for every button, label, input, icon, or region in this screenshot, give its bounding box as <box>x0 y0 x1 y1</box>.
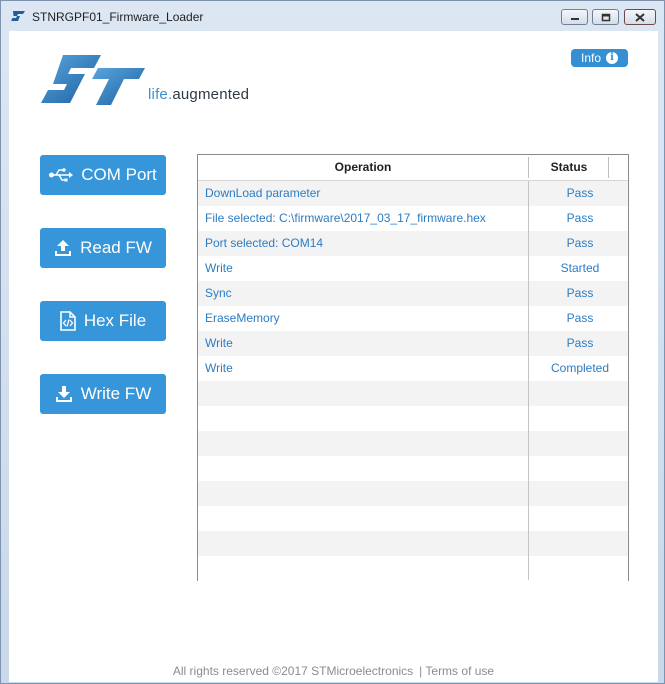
table-body: DownLoad parameter Pass File selected: C:\… <box>198 181 628 581</box>
info-icon: i <box>606 52 618 64</box>
table-row[interactable]: Write Pass <box>198 331 628 356</box>
table-row[interactable] <box>198 456 628 481</box>
status-cell: Completed <box>550 361 610 375</box>
com-port-button[interactable]: COM Port <box>40 155 166 195</box>
usb-icon <box>49 168 74 182</box>
table-row[interactable]: File selected: C:\firmware\2017_03_17_fi… <box>198 206 628 231</box>
operation-cell: DownLoad parameter <box>205 186 321 200</box>
hex-file-label: Hex File <box>83 311 147 330</box>
operation-cell: Write <box>205 336 233 350</box>
copyright-text: All rights reserved ©2017 STMicroelectro… <box>172 664 414 678</box>
app-window: STNRGPF01_Firmware_Loader Info i life.au… <box>0 0 665 684</box>
operation-column-header[interactable]: Operation <box>198 155 528 181</box>
main-panel: Info i life.augmented COM Port Read FW H… <box>9 31 658 682</box>
info-button[interactable]: Info i <box>571 49 628 67</box>
write-fw-button[interactable]: Write FW <box>40 374 166 414</box>
code-file-icon <box>60 311 76 331</box>
operation-cell: Write <box>205 261 233 275</box>
minimize-button[interactable] <box>561 9 588 25</box>
table-row[interactable]: Port selected: COM14 Pass <box>198 231 628 256</box>
status-cell: Pass <box>566 186 594 200</box>
table-row[interactable] <box>198 506 628 531</box>
minimize-icon <box>570 18 579 20</box>
close-icon <box>635 12 645 22</box>
table-row[interactable]: Sync Pass <box>198 281 628 306</box>
table-row[interactable]: Write Started <box>198 256 628 281</box>
tagline: life.augmented <box>148 86 249 103</box>
st-logo-mark-icon <box>41 55 145 105</box>
download-icon <box>55 386 72 402</box>
status-cell: Pass <box>566 311 594 325</box>
status-cell: Pass <box>566 211 594 225</box>
tagline-augmented: augmented <box>172 86 250 103</box>
table-row[interactable] <box>198 556 628 581</box>
tagline-life: life. <box>148 86 173 103</box>
table-row[interactable] <box>198 381 628 406</box>
st-logo: life.augmented <box>41 49 271 115</box>
status-cell: Started <box>560 261 600 275</box>
table-header: Operation Status <box>198 155 628 181</box>
table-row[interactable]: DownLoad parameter Pass <box>198 181 628 206</box>
com-port-label: COM Port <box>81 165 157 184</box>
window-title: STNRGPF01_Firmware_Loader <box>32 10 204 24</box>
column-divider[interactable] <box>608 157 609 178</box>
operations-table: Operation Status DownLoad parameter Pass F… <box>197 154 629 581</box>
table-row[interactable] <box>198 481 628 506</box>
status-cell: Pass <box>566 236 594 250</box>
info-button-label: Info <box>580 51 601 65</box>
table-row[interactable] <box>198 531 628 556</box>
operation-cell: File selected: C:\firmware\2017_03_17_fi… <box>205 211 486 225</box>
restore-icon <box>601 13 610 21</box>
terms-of-use-link[interactable]: | Terms of use <box>419 664 494 678</box>
hex-file-button[interactable]: Hex File <box>40 301 166 341</box>
status-cell: Pass <box>566 336 594 350</box>
table-row[interactable]: Write Completed <box>198 356 628 381</box>
maximize-button[interactable] <box>592 9 619 25</box>
column-separator <box>528 181 529 580</box>
title-bar[interactable]: STNRGPF01_Firmware_Loader <box>1 1 664 31</box>
footer: All rights reserved ©2017 STMicroelectro… <box>9 664 658 678</box>
operation-cell: Port selected: COM14 <box>205 236 324 250</box>
upload-icon <box>55 240 72 256</box>
st-logo-icon <box>11 11 25 21</box>
read-fw-label: Read FW <box>80 238 152 257</box>
operation-cell: EraseMemory <box>205 311 280 325</box>
operation-cell: Sync <box>205 286 232 300</box>
close-button[interactable] <box>624 9 656 25</box>
operation-cell: Write <box>205 361 233 375</box>
table-row[interactable] <box>198 431 628 456</box>
read-fw-button[interactable]: Read FW <box>40 228 166 268</box>
table-row[interactable]: EraseMemory Pass <box>198 306 628 331</box>
status-column-header[interactable]: Status <box>529 155 609 181</box>
table-row[interactable] <box>198 406 628 431</box>
write-fw-label: Write FW <box>80 384 152 403</box>
status-cell: Pass <box>566 286 594 300</box>
